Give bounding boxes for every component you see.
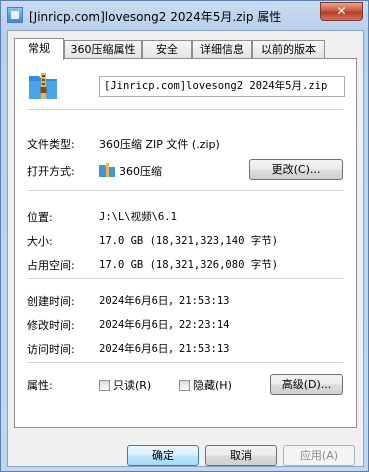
location-value: J:\L\视频\6.1 [99,211,177,223]
separator [27,362,343,363]
tab-details[interactable]: 详细信息 [192,40,252,58]
separator [27,109,343,110]
tab-general[interactable]: 常规 [14,38,64,60]
readonly-label[interactable]: 只读(R) [113,377,151,393]
created-value: 2024年6月6日，21:53:13 [99,295,230,307]
separator [27,278,343,279]
modified-label: 修改时间: [27,319,75,332]
attributes-label: 属性: [27,379,53,392]
close-button[interactable]: ✕ [320,2,363,21]
open-with-label: 打开方式: [27,165,75,178]
window-icon [7,7,23,23]
cancel-button[interactable]: 取消 [205,445,277,466]
filename-field[interactable]: [Jinricp.com]lovesong2 2024年5月.zip [99,76,345,97]
advanced-button[interactable]: 高级(D)... [270,374,343,395]
size-label: 大小: [27,235,53,248]
hidden-label[interactable]: 隐藏(H) [193,377,232,393]
readonly-checkbox[interactable] [99,380,110,391]
zip-file-icon [29,73,57,99]
size-on-disk-label: 占用空间: [27,259,75,272]
separator [27,190,343,191]
apply-button[interactable]: 应用(A) [283,445,355,466]
size-on-disk-value: 17.0 GB (18,321,326,080 字节) [99,259,279,271]
tab-previous-versions[interactable]: 以前的版本 [252,40,325,58]
dialog-client: 常规 360压缩属性 安全 详细信息 以前的版本 [Jinricp.com]lo… [7,30,364,467]
tab-360-archive[interactable]: 360压缩属性 [64,40,142,58]
tab-security[interactable]: 安全 [142,40,192,58]
accessed-label: 访问时间: [27,343,75,356]
hidden-checkbox[interactable] [179,380,190,391]
properties-window: [Jinricp.com]lovesong2 2024年5月.zip 属性 ✕ … [0,0,369,472]
file-type-label: 文件类型: [27,138,75,151]
zip-app-icon [99,163,115,177]
window-title: [Jinricp.com]lovesong2 2024年5月.zip 属性 [29,10,282,24]
open-with-value: 360压缩 [119,165,162,178]
created-label: 创建时间: [27,295,75,308]
size-value: 17.0 GB (18,321,323,140 字节) [99,235,279,247]
general-panel: [Jinricp.com]lovesong2 2024年5月.zip 文件类型:… [14,58,357,428]
modified-value: 2024年6月6日，22:23:14 [99,319,230,331]
title-bar[interactable]: [Jinricp.com]lovesong2 2024年5月.zip 属性 ✕ [1,1,368,31]
accessed-value: 2024年6月6日，21:53:13 [99,343,230,355]
ok-button[interactable]: 确定 [127,445,199,466]
file-type-value: 360压缩 ZIP 文件 (.zip) [99,138,220,151]
change-button[interactable]: 更改(C)... [249,159,343,180]
location-label: 位置: [27,211,53,224]
